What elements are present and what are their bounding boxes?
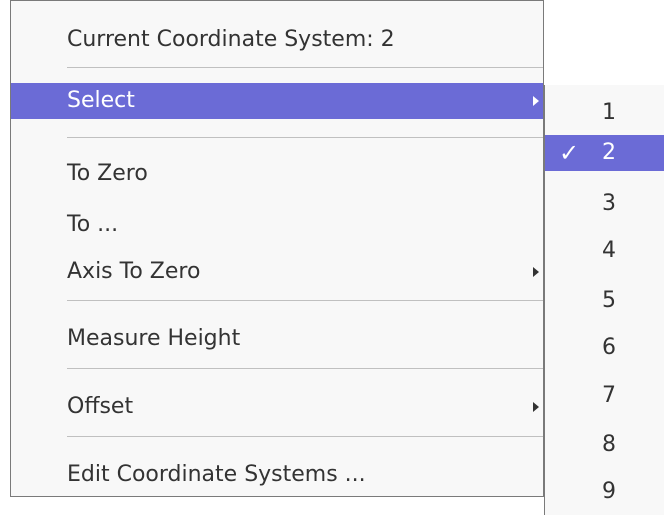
current-coordinate-system-label: Current Coordinate System: 2 xyxy=(67,27,395,52)
submenu-item-label: 7 xyxy=(602,383,616,408)
coordinate-system-menu: Current Coordinate System: 2 Select To Z… xyxy=(10,0,544,497)
menu-item-label: Axis To Zero xyxy=(67,259,201,284)
submenu-item-label: 5 xyxy=(602,288,616,313)
menu-item-edit-coordinate-systems[interactable]: Edit Coordinate Systems ... xyxy=(11,462,543,488)
submenu-item-6[interactable]: 6 xyxy=(545,330,664,366)
menu-item-label: Edit Coordinate Systems ... xyxy=(67,462,366,487)
menu-item-measure-height[interactable]: Measure Height xyxy=(11,326,543,352)
menu-item-label: To Zero xyxy=(67,161,148,186)
menu-item-label: Measure Height xyxy=(67,326,241,351)
submenu-item-2[interactable]: ✓ 2 xyxy=(545,135,664,171)
menu-item-axis-to-zero[interactable]: Axis To Zero xyxy=(11,259,543,285)
menu-item-label: Offset xyxy=(67,394,134,419)
submenu-item-label: 4 xyxy=(602,238,616,263)
submenu-item-8[interactable]: 8 xyxy=(545,427,664,463)
submenu-item-label: 8 xyxy=(602,432,616,457)
menu-item-label: To ... xyxy=(67,212,119,237)
separator xyxy=(67,368,543,369)
coordinate-system-submenu: 1 ✓ 2 3 4 5 6 7 8 9 xyxy=(544,85,664,515)
checkmark-icon: ✓ xyxy=(559,139,580,167)
menu-item-offset[interactable]: Offset xyxy=(11,394,543,420)
separator xyxy=(67,436,543,437)
submenu-item-label: 3 xyxy=(602,191,616,216)
menu-item-to-zero[interactable]: To Zero xyxy=(11,161,543,187)
submenu-arrow-icon xyxy=(533,402,539,412)
submenu-item-3[interactable]: 3 xyxy=(545,186,664,222)
submenu-arrow-icon xyxy=(533,96,539,106)
separator xyxy=(67,137,543,138)
submenu-item-label: 1 xyxy=(602,100,616,125)
separator xyxy=(67,67,543,68)
submenu-arrow-icon xyxy=(533,267,539,277)
submenu-item-9[interactable]: 9 xyxy=(545,474,664,510)
submenu-item-label: 6 xyxy=(602,335,616,360)
submenu-item-4[interactable]: 4 xyxy=(545,233,664,269)
submenu-item-1[interactable]: 1 xyxy=(545,95,664,131)
submenu-item-5[interactable]: 5 xyxy=(545,283,664,319)
submenu-item-7[interactable]: 7 xyxy=(545,378,664,414)
submenu-item-label: 9 xyxy=(602,479,616,504)
menu-item-to[interactable]: To ... xyxy=(11,212,543,238)
menu-item-label: Select xyxy=(67,88,135,113)
submenu-item-label: 2 xyxy=(602,140,616,165)
menu-item-select[interactable]: Select xyxy=(11,83,543,119)
separator xyxy=(67,300,543,301)
